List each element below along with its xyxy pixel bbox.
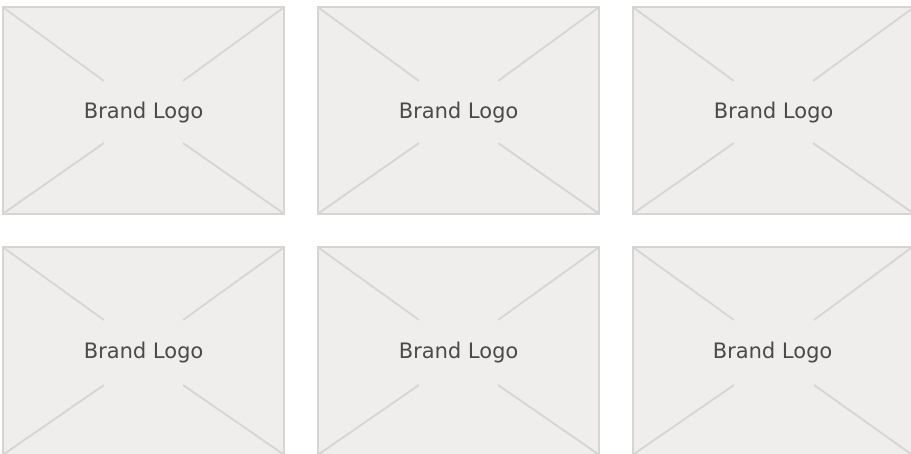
brand-logo-label: Brand Logo [707, 96, 840, 125]
brand-logo-label: Brand Logo [77, 337, 210, 365]
brand-logo-placeholder: Brand Logo [632, 6, 911, 215]
brand-logo-placeholder: Brand Logo [2, 246, 285, 454]
brand-logo-placeholder: Brand Logo [2, 6, 285, 215]
brand-logo-label: Brand Logo [706, 337, 839, 365]
brand-logo-placeholder: Brand Logo [632, 246, 911, 454]
brand-logo-label: Brand Logo [392, 96, 525, 125]
brand-logo-placeholder: Brand Logo [317, 246, 600, 454]
brand-logo-label: Brand Logo [77, 96, 210, 125]
brand-logo-label: Brand Logo [392, 337, 525, 365]
brand-logo-placeholder: Brand Logo [317, 6, 600, 215]
brand-logo-grid: Brand Logo Brand Logo Brand Logo Brand L… [0, 0, 911, 454]
